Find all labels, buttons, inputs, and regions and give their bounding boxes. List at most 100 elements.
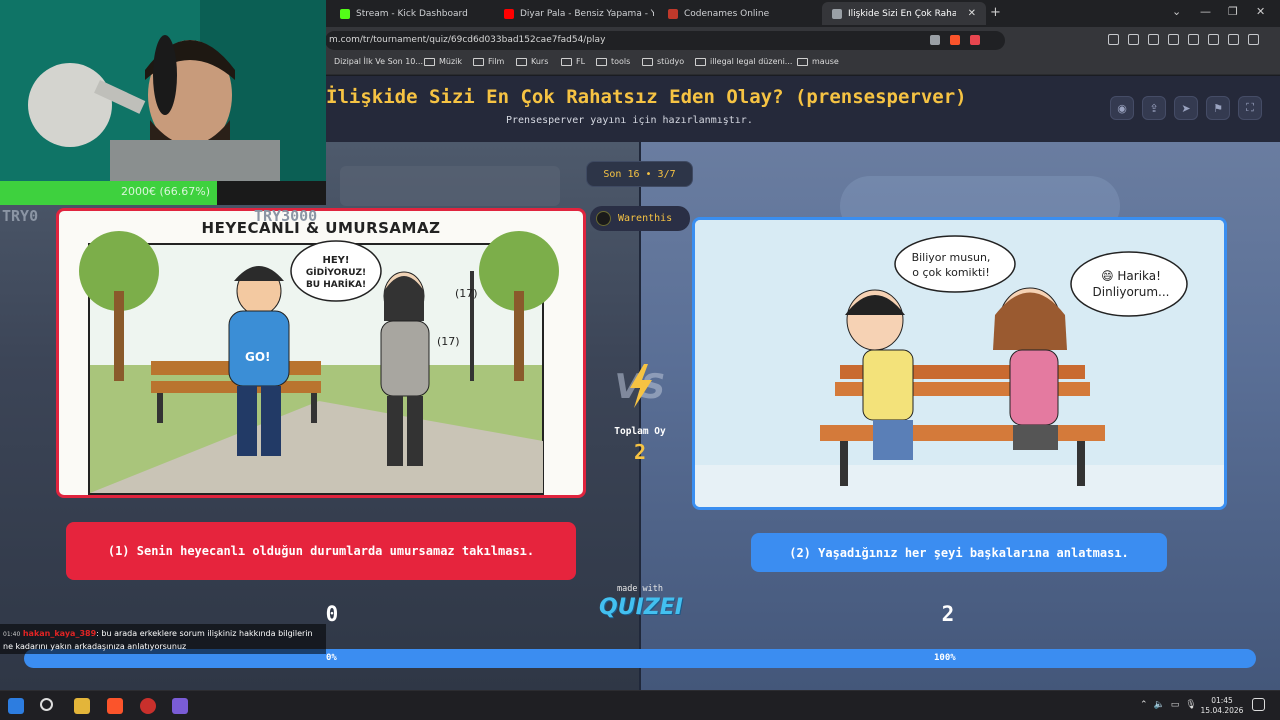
- donation-goal-bar: 2000€ (66.67%): [0, 181, 326, 205]
- quizei-logo[interactable]: QUIZEI: [596, 595, 686, 620]
- flag-icon[interactable]: ⚑: [1206, 96, 1230, 120]
- bookmark-folder[interactable]: Müzik: [424, 57, 462, 66]
- codenames-icon: [668, 8, 678, 19]
- chat-overlay: 01:40 hakan_kaya_389: bu arada erkeklere…: [0, 624, 326, 654]
- brave-shield-icon[interactable]: [950, 35, 960, 45]
- bookmark-folder[interactable]: stüdyo: [642, 57, 684, 66]
- speech-bubble-text: Biliyor musun,: [912, 251, 991, 264]
- windows-start-icon[interactable]: [8, 698, 24, 714]
- menu-icon[interactable]: [1248, 34, 1259, 45]
- avatar: [596, 211, 611, 226]
- age-label: (17): [437, 335, 460, 348]
- file-explorer-icon[interactable]: [74, 698, 90, 714]
- bookmark-label: FL: [576, 57, 586, 66]
- try-left-label: TRY0: [2, 207, 39, 225]
- chat-time: 01:40: [3, 631, 21, 638]
- bookmark-label: tools: [611, 57, 631, 66]
- bookmark-folder[interactable]: mause: [797, 57, 839, 66]
- total-votes-label: Toplam Oy: [614, 426, 666, 437]
- fullscreen-icon[interactable]: ⛶: [1238, 96, 1262, 120]
- folder-icon: [596, 57, 607, 66]
- folder-icon: [642, 57, 653, 66]
- share-icon[interactable]: [930, 35, 940, 45]
- option-right-card[interactable]: Biliyor musun, o çok komikti! 😄 Harika! …: [692, 217, 1227, 510]
- chevron-up-icon[interactable]: ⌃: [1140, 700, 1148, 710]
- cookie-icon[interactable]: [1108, 34, 1119, 45]
- username: Warenthis: [618, 213, 673, 224]
- notification-icon[interactable]: [1252, 698, 1265, 711]
- puzzle-icon[interactable]: [1128, 34, 1139, 45]
- bookmark-item[interactable]: Dizipal İlk Ve Son 10...: [334, 57, 423, 66]
- minimize-button[interactable]: —: [1200, 5, 1211, 18]
- close-window-button[interactable]: ✕: [1256, 5, 1265, 18]
- tab-quiz[interactable]: İlişkide Sizi En Çok Rahatsız Eden ✕: [822, 2, 986, 25]
- discord-icon[interactable]: [172, 698, 188, 714]
- left-percent: 0%: [326, 653, 337, 663]
- header-actions: ◉ ⇪ ➤ ⚑ ⛶: [1110, 96, 1262, 120]
- system-tray: ⌃ 🔈 ▭ 🎙: [1140, 700, 1197, 710]
- tab-codenames[interactable]: Codenames Online: [658, 2, 818, 25]
- donation-goal-text: 2000€ (66.67%): [120, 185, 210, 198]
- microphone-icon[interactable]: 🎙: [1185, 700, 1196, 710]
- bookmark-label: illegal legal düzeni...: [710, 57, 793, 66]
- shirt-text: GO!: [245, 350, 271, 364]
- vpn-icon[interactable]: [1228, 34, 1239, 45]
- share-icon[interactable]: ⇪: [1142, 96, 1166, 120]
- music-icon[interactable]: [1168, 34, 1179, 45]
- network-icon[interactable]: ▭: [1171, 700, 1180, 710]
- chevron-down-icon[interactable]: ⌄: [1172, 5, 1181, 18]
- bookmark-folder[interactable]: Kurs: [516, 57, 548, 66]
- folder-icon: [695, 57, 706, 66]
- bookmark-label: stüdyo: [657, 57, 685, 66]
- bookmark-folder[interactable]: FL: [561, 57, 585, 66]
- tab-kick-dashboard[interactable]: Stream - Kick Dashboard: [330, 2, 490, 25]
- windows-taskbar: ⌃ 🔈 ▭ 🎙 01:45 15.04.2026: [0, 690, 1280, 720]
- quiz-favicon-icon: [832, 8, 842, 19]
- page-title: İlişkide Sizi En Çok Rahatsız Eden Olay?…: [326, 86, 967, 108]
- choice-left-button[interactable]: (1) Senin heyecanlı olduğun durumlarda u…: [66, 522, 576, 580]
- choice-right-button[interactable]: (2) Yaşadığınız her şeyi başkalarına anl…: [751, 533, 1167, 572]
- new-tab-button[interactable]: +: [990, 5, 1001, 20]
- eye-icon[interactable]: ◉: [1110, 96, 1134, 120]
- restore-button[interactable]: ❐: [1228, 5, 1238, 18]
- bookmark-label: Müzik: [439, 57, 463, 66]
- kick-icon: [340, 8, 350, 19]
- close-icon[interactable]: ✕: [968, 8, 976, 19]
- speech-bubble-text: Dinliyorum...: [1093, 285, 1170, 299]
- brave-browser-icon[interactable]: [107, 698, 123, 714]
- speech-bubble-text: o çok komikti!: [912, 266, 990, 279]
- volume-icon[interactable]: 🔈: [1154, 700, 1165, 710]
- search-icon[interactable]: [40, 698, 53, 711]
- tab-label: Stream - Kick Dashboard: [356, 8, 468, 19]
- wallet-icon[interactable]: [1148, 34, 1159, 45]
- left-vote-count: 0: [325, 602, 339, 626]
- bookmark-folder[interactable]: illegal legal düzeni...: [695, 57, 792, 66]
- tab-youtube[interactable]: Diyar Pala - Bensiz Yapama - You: [494, 2, 654, 25]
- bookmark-folder[interactable]: Film: [473, 57, 504, 66]
- obs-icon[interactable]: [140, 698, 156, 714]
- right-illustration: Biliyor musun, o çok komikti! 😄 Harika! …: [695, 220, 1224, 507]
- webcam-feed: [0, 0, 326, 181]
- clock[interactable]: 01:45 15.04.2026: [1200, 696, 1244, 716]
- folder-icon: [424, 57, 435, 66]
- bookmark-label: Kurs: [531, 57, 549, 66]
- page-subtitle: Prensesperver yayını için hazırlanmıştır…: [506, 115, 753, 126]
- youtube-icon: [504, 8, 514, 19]
- age-label: (17): [455, 287, 478, 300]
- user-badge: Warenthis: [590, 206, 690, 231]
- url-field[interactable]: m.com/tr/tournament/quiz/69cd6d033bad152…: [325, 31, 1005, 50]
- option-left-card[interactable]: HEYECANLI & UMURSAMAZ HEY! GİDİYORUZ! BU…: [56, 208, 586, 498]
- send-icon[interactable]: ➤: [1174, 96, 1198, 120]
- bookmark-label: Film: [488, 57, 505, 66]
- brave-rewards-icon[interactable]: [970, 35, 980, 45]
- sparkle-icon[interactable]: [1208, 34, 1219, 45]
- bookmark-label: mause: [812, 57, 839, 66]
- made-with-label: made with: [616, 584, 664, 594]
- bookmark-folder[interactable]: tools: [596, 57, 630, 66]
- tab-label: Diyar Pala - Bensiz Yapama - You: [520, 8, 654, 19]
- folder-icon: [797, 57, 808, 66]
- right-percent: 100%: [934, 653, 956, 663]
- speech-bubble-text: GİDİYORUZ!: [306, 267, 366, 278]
- folder-icon: [516, 57, 527, 66]
- sidebar-icon[interactable]: [1188, 34, 1199, 45]
